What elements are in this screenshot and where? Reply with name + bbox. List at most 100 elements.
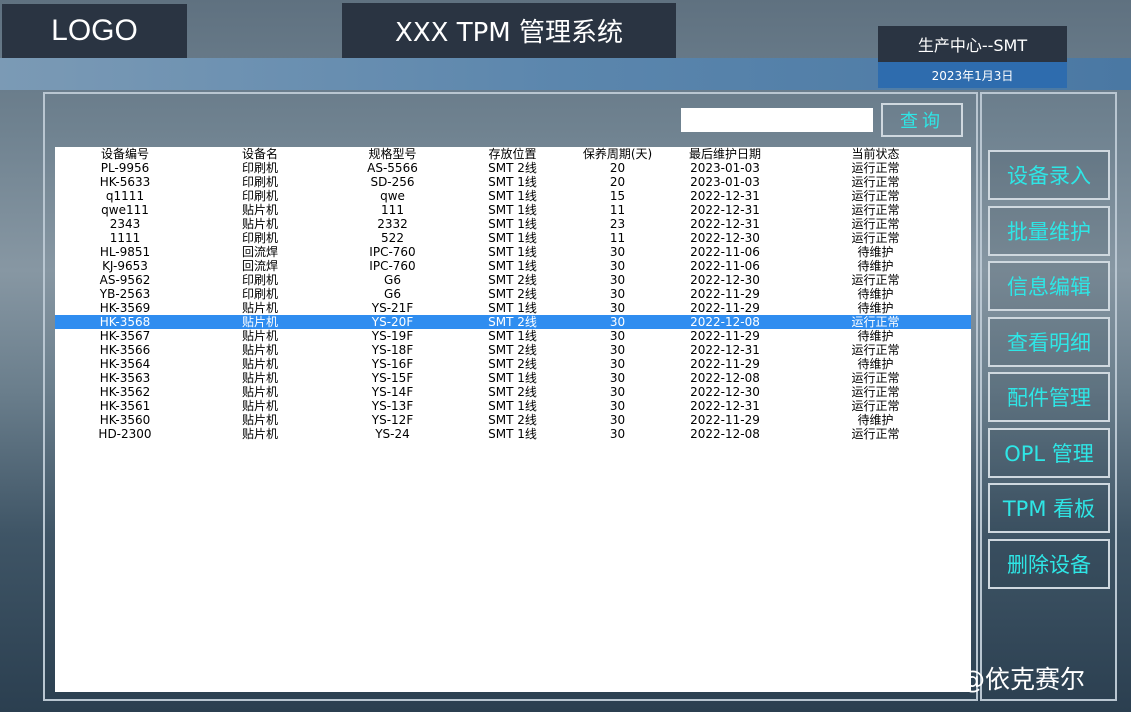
table-cell: 30: [609, 301, 626, 315]
table-cell: 30: [609, 259, 626, 273]
table-row[interactable]: HK-3568 贴片机 YS-20F SMT 2线 30 2022-12-08 运行正常: [55, 315, 971, 329]
table-cell: HK-3560: [99, 413, 151, 427]
column-header[interactable]: 规格型号: [325, 147, 460, 161]
table-cell: SMT 1线: [488, 301, 537, 315]
table-row[interactable]: YB-2563 印刷机 G6 SMT 2线 30 2022-11-29 待维护: [55, 287, 971, 301]
table-cell: 2022-12-31: [690, 189, 760, 203]
table-cell: 20: [609, 175, 626, 189]
table-cell: 贴片机: [241, 357, 278, 371]
table-cell: 111: [381, 203, 404, 217]
current-date: 2023年1月3日: [878, 62, 1067, 88]
table-row[interactable]: HK-3563 贴片机 YS-15F SMT 1线 30 2022-12-08 运行正常: [55, 371, 971, 385]
equipment-entry-button[interactable]: 设备录入: [988, 150, 1110, 200]
table-cell: 运行正常: [851, 273, 900, 287]
table-cell: 待维护: [857, 413, 894, 427]
table-cell: 11: [609, 231, 626, 245]
logo: LOGO: [2, 4, 187, 58]
table-header-row: 设备编号 设备名 规格型号 存放位置 保养周期(天) 最后维护日期 当前状态: [55, 147, 971, 161]
table-cell: 贴片机: [241, 427, 278, 441]
table-cell: HK-3566: [99, 343, 151, 357]
column-header[interactable]: 设备编号: [55, 147, 195, 161]
table-cell: YS-24: [375, 427, 410, 441]
table-cell: 运行正常: [851, 189, 900, 203]
table-row[interactable]: 1111 印刷机 522 SMT 1线 11 2022-12-30 运行正常: [55, 231, 971, 245]
batch-maintenance-button[interactable]: 批量维护: [988, 205, 1110, 256]
table-cell: IPC-760: [369, 259, 416, 273]
table-cell: 待维护: [857, 259, 894, 273]
table-row[interactable]: HK-3560 贴片机 YS-12F SMT 2线 30 2022-11-29 待维护: [55, 413, 971, 427]
delete-equipment-button[interactable]: 删除设备: [988, 538, 1110, 589]
table-row[interactable]: q1111 印刷机 qwe SMT 1线 15 2022-12-31 运行正常: [55, 189, 971, 203]
table-cell: G6: [384, 273, 401, 287]
table-row[interactable]: qwe111 贴片机 111 SMT 1线 11 2022-12-31 运行正常: [55, 203, 971, 217]
column-header[interactable]: 最后维护日期: [670, 147, 780, 161]
table-cell: 2022-12-30: [690, 385, 760, 399]
info-edit-button[interactable]: 信息编辑: [988, 261, 1110, 311]
column-header[interactable]: 设备名: [195, 147, 325, 161]
table-row[interactable]: HD-2300 贴片机 YS-24 SMT 1线 30 2022-12-08 运行正常: [55, 427, 971, 441]
table-row[interactable]: HK-3562 贴片机 YS-14F SMT 2线 30 2022-12-30 运行正常: [55, 385, 971, 399]
table-cell: 30: [609, 357, 626, 371]
table-cell: 2022-11-06: [690, 259, 760, 273]
table-row[interactable]: HK-3564 贴片机 YS-16F SMT 2线 30 2022-11-29 待维护: [55, 357, 971, 371]
table-cell: 运行正常: [851, 385, 900, 399]
table-cell: 贴片机: [241, 217, 278, 231]
table-cell: q1111: [105, 189, 145, 203]
table-row[interactable]: AS-9562 印刷机 G6 SMT 2线 30 2022-12-30 运行正常: [55, 273, 971, 287]
view-details-button[interactable]: 查看明细: [988, 316, 1110, 367]
table-cell: 运行正常: [851, 175, 900, 189]
table-cell: 2022-12-31: [690, 343, 760, 357]
parts-management-button[interactable]: 配件管理: [988, 372, 1110, 422]
table-cell: 2022-12-08: [690, 371, 760, 385]
table-row[interactable]: HK-5633 印刷机 SD-256 SMT 1线 20 2023-01-03 运行正常: [55, 175, 971, 189]
table-cell: 运行正常: [851, 203, 900, 217]
table-row[interactable]: HK-3561 贴片机 YS-13F SMT 1线 30 2022-12-31 运行正常: [55, 399, 971, 413]
table-cell: 待维护: [857, 357, 894, 371]
table-cell: 回流焊: [241, 259, 278, 273]
search-button[interactable]: 查询: [881, 103, 963, 137]
table-cell: 运行正常: [851, 371, 900, 385]
table-cell: SMT 1线: [488, 371, 537, 385]
table-cell: 运行正常: [851, 231, 900, 245]
table-cell: YS-16F: [371, 357, 414, 371]
tpm-dashboard-button[interactable]: TPM 看板: [988, 483, 1110, 533]
table-cell: HK-3567: [99, 329, 151, 343]
column-header[interactable]: 存放位置: [460, 147, 565, 161]
table-cell: KJ-9653: [102, 259, 148, 273]
table-cell: HK-3564: [99, 357, 151, 371]
table-cell: 2022-12-30: [690, 273, 760, 287]
table-cell: 2022-11-29: [690, 413, 760, 427]
table-cell: G6: [384, 287, 401, 301]
table-row[interactable]: HK-3567 贴片机 YS-19F SMT 1线 30 2022-11-29 待维护: [55, 329, 971, 343]
table-row[interactable]: KJ-9653 回流焊 IPC-760 SMT 1线 30 2022-11-06 待维护: [55, 259, 971, 273]
table-cell: YS-19F: [371, 329, 414, 343]
table-cell: 2022-11-29: [690, 301, 760, 315]
table-cell: 贴片机: [241, 329, 278, 343]
table-cell: SMT 2线: [488, 357, 537, 371]
column-header[interactable]: 当前状态: [780, 147, 971, 161]
table-row[interactable]: HK-3569 贴片机 YS-21F SMT 1线 30 2022-11-29 待维护: [55, 301, 971, 315]
table-cell: 运行正常: [851, 399, 900, 413]
search-input[interactable]: [681, 108, 873, 132]
table-cell: 运行正常: [851, 217, 900, 231]
table-cell: SD-256: [370, 175, 415, 189]
table-cell: HL-9851: [99, 245, 151, 259]
table-cell: 30: [609, 273, 626, 287]
table-cell: SMT 2线: [488, 413, 537, 427]
opl-management-button[interactable]: OPL 管理: [988, 427, 1110, 478]
table-cell: HK-3568: [99, 315, 151, 329]
table-cell: SMT 2线: [488, 273, 537, 287]
table-cell: 贴片机: [241, 371, 278, 385]
table-row[interactable]: 2343 贴片机 2332 SMT 1线 23 2022-12-31 运行正常: [55, 217, 971, 231]
table-cell: HK-3562: [99, 385, 151, 399]
table-cell: SMT 2线: [488, 315, 537, 329]
table-cell: HK-3563: [99, 371, 151, 385]
table-cell: 2022-11-06: [690, 245, 760, 259]
table-row[interactable]: HL-9851 回流焊 IPC-760 SMT 1线 30 2022-11-06 待维护: [55, 245, 971, 259]
table-cell: 11: [609, 203, 626, 217]
column-header[interactable]: 保养周期(天): [565, 147, 670, 161]
table-row[interactable]: HK-3566 贴片机 YS-18F SMT 2线 30 2022-12-31 运行正常: [55, 343, 971, 357]
table-cell: AS-5566: [367, 161, 418, 175]
table-cell: 贴片机: [241, 203, 278, 217]
table-row[interactable]: PL-9956 印刷机 AS-5566 SMT 2线 20 2023-01-03 运行正常: [55, 161, 971, 175]
